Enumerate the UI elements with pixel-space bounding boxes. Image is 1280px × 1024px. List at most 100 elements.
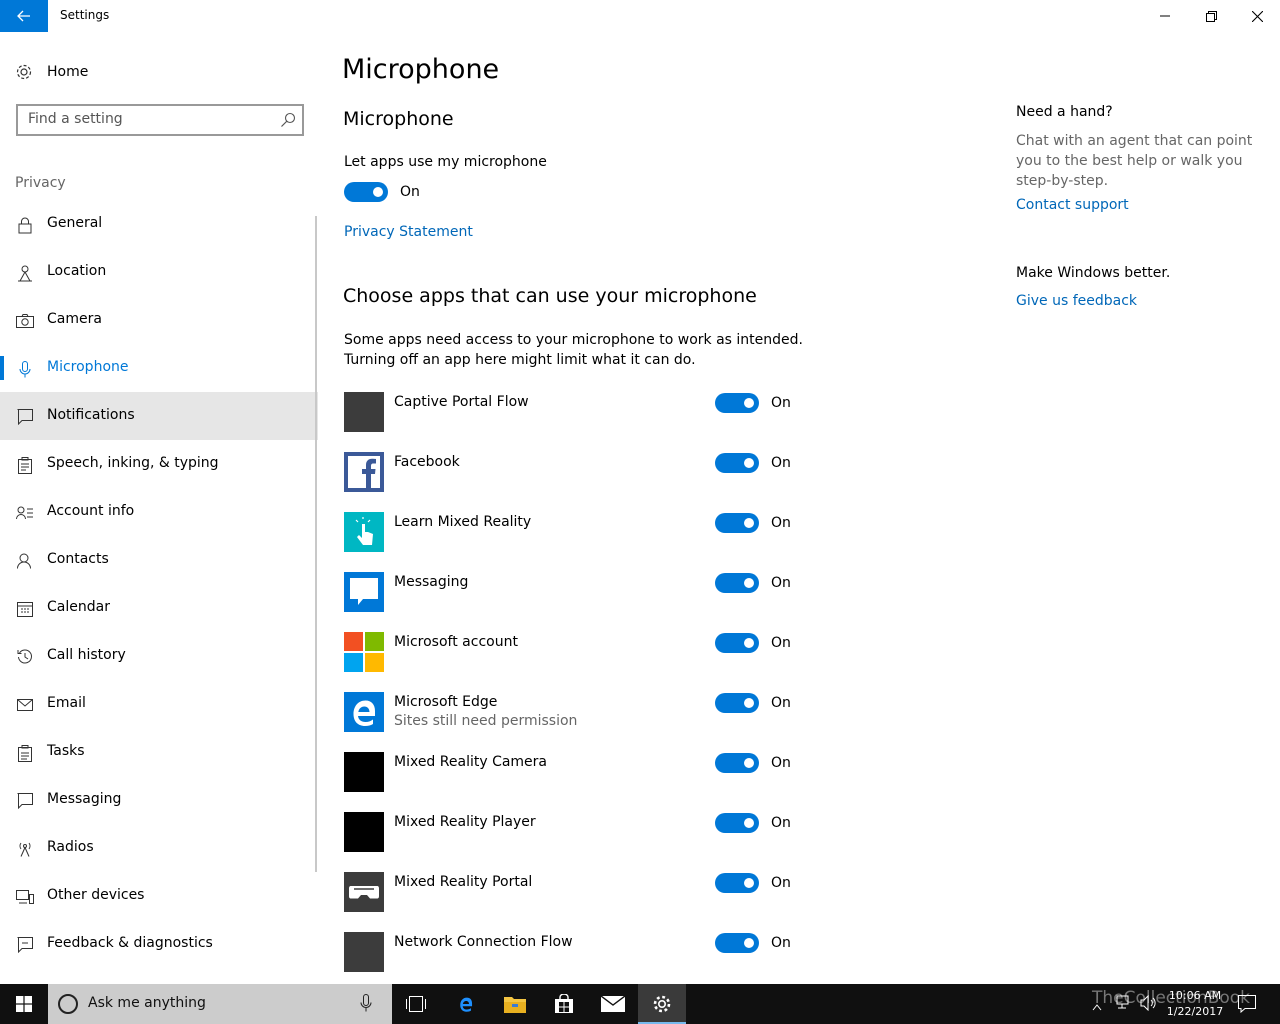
sidebar-item-feedback[interactable]: Feedback & diagnostics bbox=[0, 920, 318, 968]
restore-button[interactable] bbox=[1188, 0, 1234, 32]
toggle-switch[interactable] bbox=[344, 182, 388, 202]
file-explorer-button[interactable] bbox=[491, 984, 539, 1024]
camera-icon bbox=[16, 312, 34, 330]
edge-icon bbox=[460, 997, 473, 1012]
cortana-search-box[interactable]: Ask me anything bbox=[48, 984, 392, 1024]
sidebar: Home Privacy General Location Camera bbox=[0, 32, 320, 984]
give-feedback-link[interactable]: Give us feedback bbox=[1016, 293, 1137, 309]
toggle-switch[interactable] bbox=[715, 693, 759, 713]
apps-description-line: Some apps need access to your microphone… bbox=[344, 332, 803, 348]
sidebar-item-speech[interactable]: Speech, inking, & typing bbox=[0, 440, 318, 488]
app-toggle[interactable]: On bbox=[715, 573, 791, 593]
minimize-button[interactable] bbox=[1142, 0, 1188, 32]
sidebar-item-label: Location bbox=[47, 263, 107, 279]
app-toggle[interactable]: On bbox=[715, 693, 791, 713]
sidebar-item-microphone[interactable]: Microphone bbox=[0, 344, 318, 392]
app-toggle[interactable]: On bbox=[715, 813, 791, 833]
search-input[interactable] bbox=[28, 111, 273, 127]
clock-time: 10:06 AM bbox=[1168, 989, 1222, 1002]
settings-taskbar-button[interactable] bbox=[638, 984, 686, 1024]
app-toggle[interactable]: On bbox=[715, 933, 791, 953]
sidebar-item-camera[interactable]: Camera bbox=[0, 296, 318, 344]
toggle-switch[interactable] bbox=[715, 573, 759, 593]
toggle-switch[interactable] bbox=[715, 453, 759, 473]
store-button[interactable] bbox=[540, 984, 588, 1024]
app-name: Mixed Reality Portal bbox=[394, 874, 533, 890]
toggle-switch[interactable] bbox=[715, 933, 759, 953]
apps-description-line: Turning off an app here might limit what… bbox=[344, 352, 696, 368]
microphone-icon bbox=[16, 360, 34, 378]
toggle-state-label: On bbox=[771, 935, 791, 951]
app-toggle[interactable]: On bbox=[715, 873, 791, 893]
contacts-icon bbox=[16, 552, 34, 570]
sidebar-home[interactable]: Home bbox=[0, 56, 320, 90]
app-name: Captive Portal Flow bbox=[394, 394, 529, 410]
app-toggle[interactable]: On bbox=[715, 633, 791, 653]
sidebar-item-label: Feedback & diagnostics bbox=[47, 935, 213, 951]
back-button[interactable] bbox=[0, 0, 48, 32]
sidebar-item-other-devices[interactable]: Other devices bbox=[0, 872, 318, 920]
help-text: Chat with an agent that can point you to… bbox=[1016, 133, 1253, 189]
store-icon bbox=[555, 994, 573, 1013]
sidebar-item-call-history[interactable]: Call history bbox=[0, 632, 318, 680]
section-label: Privacy bbox=[15, 175, 66, 191]
toggle-switch[interactable] bbox=[715, 753, 759, 773]
edge-taskbar-button[interactable] bbox=[442, 984, 490, 1024]
app-toggle[interactable]: On bbox=[715, 453, 791, 473]
email-icon bbox=[16, 696, 34, 714]
app-name: Learn Mixed Reality bbox=[394, 514, 532, 530]
location-icon bbox=[16, 264, 34, 282]
toggle-state-label: On bbox=[771, 455, 791, 471]
main-content: Microphone Microphone Let apps use my mi… bbox=[320, 32, 1000, 984]
sidebar-item-radios[interactable]: Radios bbox=[0, 824, 318, 872]
make-windows-better-title: Make Windows better. bbox=[1016, 265, 1171, 281]
windows-logo-icon bbox=[16, 996, 32, 1012]
toggle-switch[interactable] bbox=[715, 393, 759, 413]
app-toggle[interactable]: On bbox=[715, 513, 791, 533]
sidebar-item-tasks[interactable]: Tasks bbox=[0, 728, 318, 776]
sidebar-item-messaging[interactable]: Messaging bbox=[0, 776, 318, 824]
clock[interactable]: 10:06 AM 1/22/2017 bbox=[1160, 988, 1230, 1020]
toggle-switch[interactable] bbox=[715, 513, 759, 533]
chevron-up-icon[interactable] bbox=[1092, 996, 1102, 1015]
sidebar-item-account-info[interactable]: Account info bbox=[0, 488, 318, 536]
sidebar-item-label: Tasks bbox=[47, 743, 85, 759]
learn-mixed-reality-app-icon bbox=[344, 512, 384, 552]
master-microphone-toggle[interactable]: On bbox=[344, 182, 420, 202]
start-button[interactable] bbox=[0, 984, 48, 1024]
section-title: Microphone bbox=[343, 108, 454, 130]
contact-support-link[interactable]: Contact support bbox=[1016, 197, 1129, 213]
mixed-reality-camera-app-icon bbox=[344, 752, 384, 792]
clock-date: 1/22/2017 bbox=[1166, 1005, 1224, 1018]
sidebar-item-label: Camera bbox=[47, 311, 102, 327]
app-name: Messaging bbox=[394, 574, 469, 590]
window-title: Settings bbox=[60, 8, 110, 22]
sidebar-item-general[interactable]: General bbox=[0, 200, 318, 248]
toggle-switch[interactable] bbox=[715, 813, 759, 833]
microphone-icon[interactable] bbox=[360, 994, 372, 1016]
toggle-switch[interactable] bbox=[715, 633, 759, 653]
sidebar-item-notifications[interactable]: Notifications bbox=[0, 392, 318, 440]
action-center-icon[interactable] bbox=[1238, 995, 1256, 1017]
sidebar-item-calendar[interactable]: Calendar bbox=[0, 584, 318, 632]
search-box[interactable] bbox=[16, 104, 304, 136]
search-icon[interactable] bbox=[280, 112, 296, 132]
volume-icon[interactable] bbox=[1140, 994, 1158, 1015]
calendar-icon bbox=[16, 600, 34, 618]
privacy-statement-link[interactable]: Privacy Statement bbox=[344, 224, 473, 240]
toggle-switch[interactable] bbox=[715, 873, 759, 893]
task-view-button[interactable] bbox=[392, 984, 440, 1024]
sidebar-scrollbar[interactable] bbox=[315, 216, 317, 872]
sidebar-item-label: Calendar bbox=[47, 599, 110, 615]
sidebar-item-location[interactable]: Location bbox=[0, 248, 318, 296]
app-toggle[interactable]: On bbox=[715, 753, 791, 773]
help-title: Need a hand? bbox=[1016, 104, 1113, 120]
close-button[interactable] bbox=[1234, 0, 1280, 32]
sidebar-item-contacts[interactable]: Contacts bbox=[0, 536, 318, 584]
app-toggle[interactable]: On bbox=[715, 393, 791, 413]
mail-button[interactable] bbox=[589, 984, 637, 1024]
account-icon bbox=[16, 504, 34, 522]
sidebar-item-email[interactable]: Email bbox=[0, 680, 318, 728]
title-bar: Settings bbox=[0, 0, 1280, 32]
network-icon[interactable] bbox=[1116, 995, 1132, 1015]
